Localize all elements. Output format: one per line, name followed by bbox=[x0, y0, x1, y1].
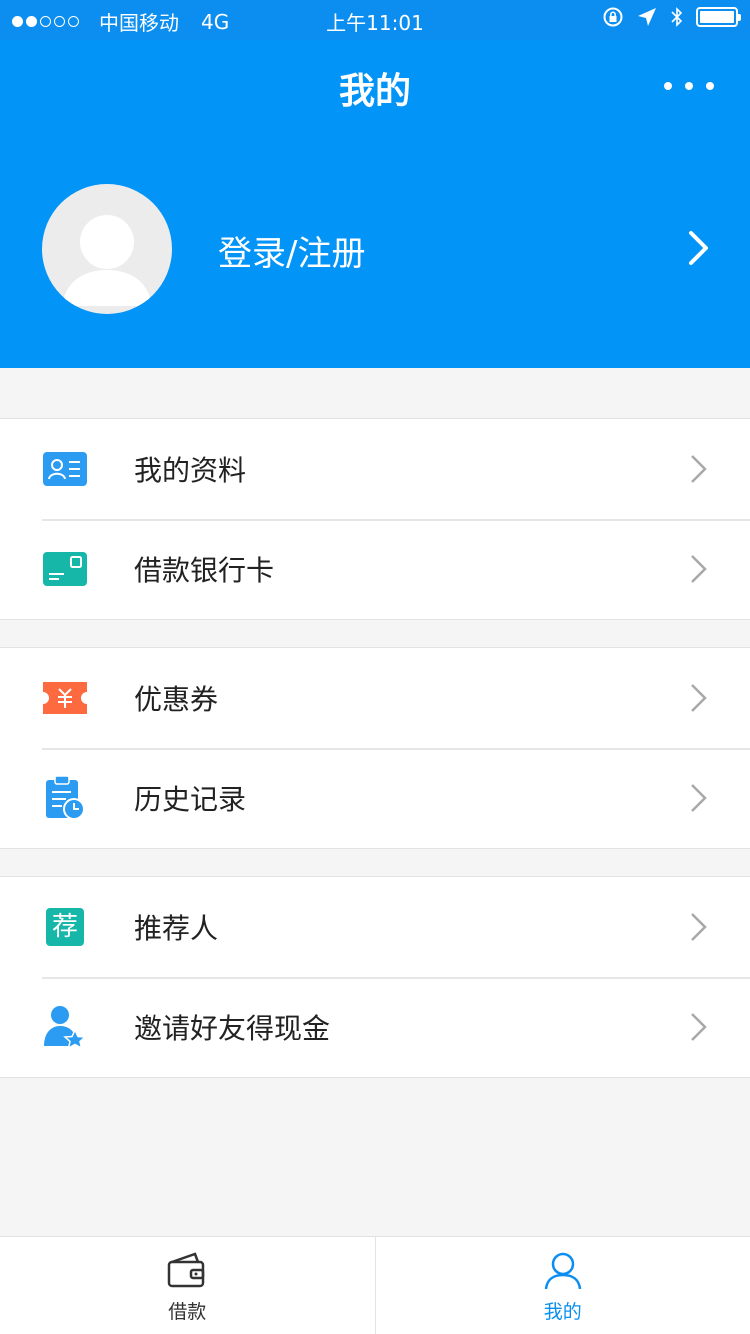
tab-bar: 借款 我的 bbox=[0, 1236, 750, 1334]
login-register-entry[interactable]: 登录/注册 bbox=[0, 180, 750, 320]
bluetooth-icon bbox=[671, 7, 683, 27]
status-bar: 中国移动 4G 上午11:01 bbox=[0, 0, 750, 40]
battery-icon bbox=[696, 7, 741, 27]
bank-card-icon bbox=[42, 546, 88, 592]
tab-loan[interactable]: 借款 bbox=[0, 1237, 375, 1334]
location-icon bbox=[638, 8, 656, 26]
menu-item-referrer[interactable]: 荐 推荐人 bbox=[0, 877, 750, 977]
chevron-right-icon bbox=[691, 784, 707, 812]
menu-label: 我的资料 bbox=[134, 454, 247, 487]
chevron-right-icon bbox=[691, 913, 707, 941]
chevron-right-icon bbox=[691, 684, 707, 712]
wallet-icon bbox=[168, 1252, 205, 1288]
menu-label: 推荐人 bbox=[134, 912, 219, 945]
profile-header: 我的 登录/注册 bbox=[0, 40, 750, 368]
menu-label: 邀请好友得现金 bbox=[134, 1012, 331, 1045]
default-avatar-icon bbox=[62, 215, 152, 306]
tab-mine[interactable]: 我的 bbox=[374, 1237, 750, 1334]
login-register-label[interactable]: 登录/注册 bbox=[218, 226, 365, 275]
rotation-lock-icon bbox=[603, 7, 623, 27]
history-icon bbox=[42, 775, 88, 821]
profile-card-icon bbox=[42, 446, 88, 492]
menu-item-invite-friends[interactable]: 邀请好友得现金 bbox=[0, 977, 750, 1077]
menu-item-my-profile[interactable]: 我的资料 bbox=[0, 419, 750, 519]
menu-item-history[interactable]: 历史记录 bbox=[0, 748, 750, 848]
menu-item-coupons[interactable]: 优惠券 bbox=[0, 648, 750, 748]
more-dot-icon bbox=[664, 82, 672, 90]
invite-friend-icon bbox=[42, 1004, 88, 1050]
user-icon bbox=[544, 1252, 581, 1290]
tab-label: 我的 bbox=[543, 1301, 582, 1323]
menu-label: 借款银行卡 bbox=[134, 554, 275, 587]
tab-label: 借款 bbox=[168, 1301, 207, 1323]
menu-label: 优惠券 bbox=[134, 683, 219, 716]
referrer-glyph: 荐 bbox=[46, 908, 84, 946]
menu-label: 历史记录 bbox=[134, 783, 247, 816]
chevron-right-icon bbox=[691, 555, 707, 583]
more-button[interactable] bbox=[664, 74, 714, 98]
page-title: 我的 bbox=[338, 71, 411, 112]
chevron-right-icon bbox=[691, 455, 707, 483]
menu-group-records: 优惠券 历史记录 bbox=[0, 647, 750, 849]
referrer-icon: 荐 bbox=[42, 904, 88, 950]
more-dot-icon bbox=[685, 82, 693, 90]
menu-group-account: 我的资料 借款银行卡 bbox=[0, 418, 750, 620]
coupon-icon bbox=[42, 675, 88, 721]
more-dot-icon bbox=[706, 82, 714, 90]
chevron-right-icon bbox=[691, 1013, 707, 1041]
avatar[interactable] bbox=[42, 184, 172, 314]
status-right bbox=[602, 6, 741, 28]
menu-item-bank-card[interactable]: 借款银行卡 bbox=[0, 519, 750, 619]
menu-group-referral: 荐 推荐人 邀请好友得现金 bbox=[0, 876, 750, 1078]
chevron-right-icon bbox=[689, 231, 708, 265]
